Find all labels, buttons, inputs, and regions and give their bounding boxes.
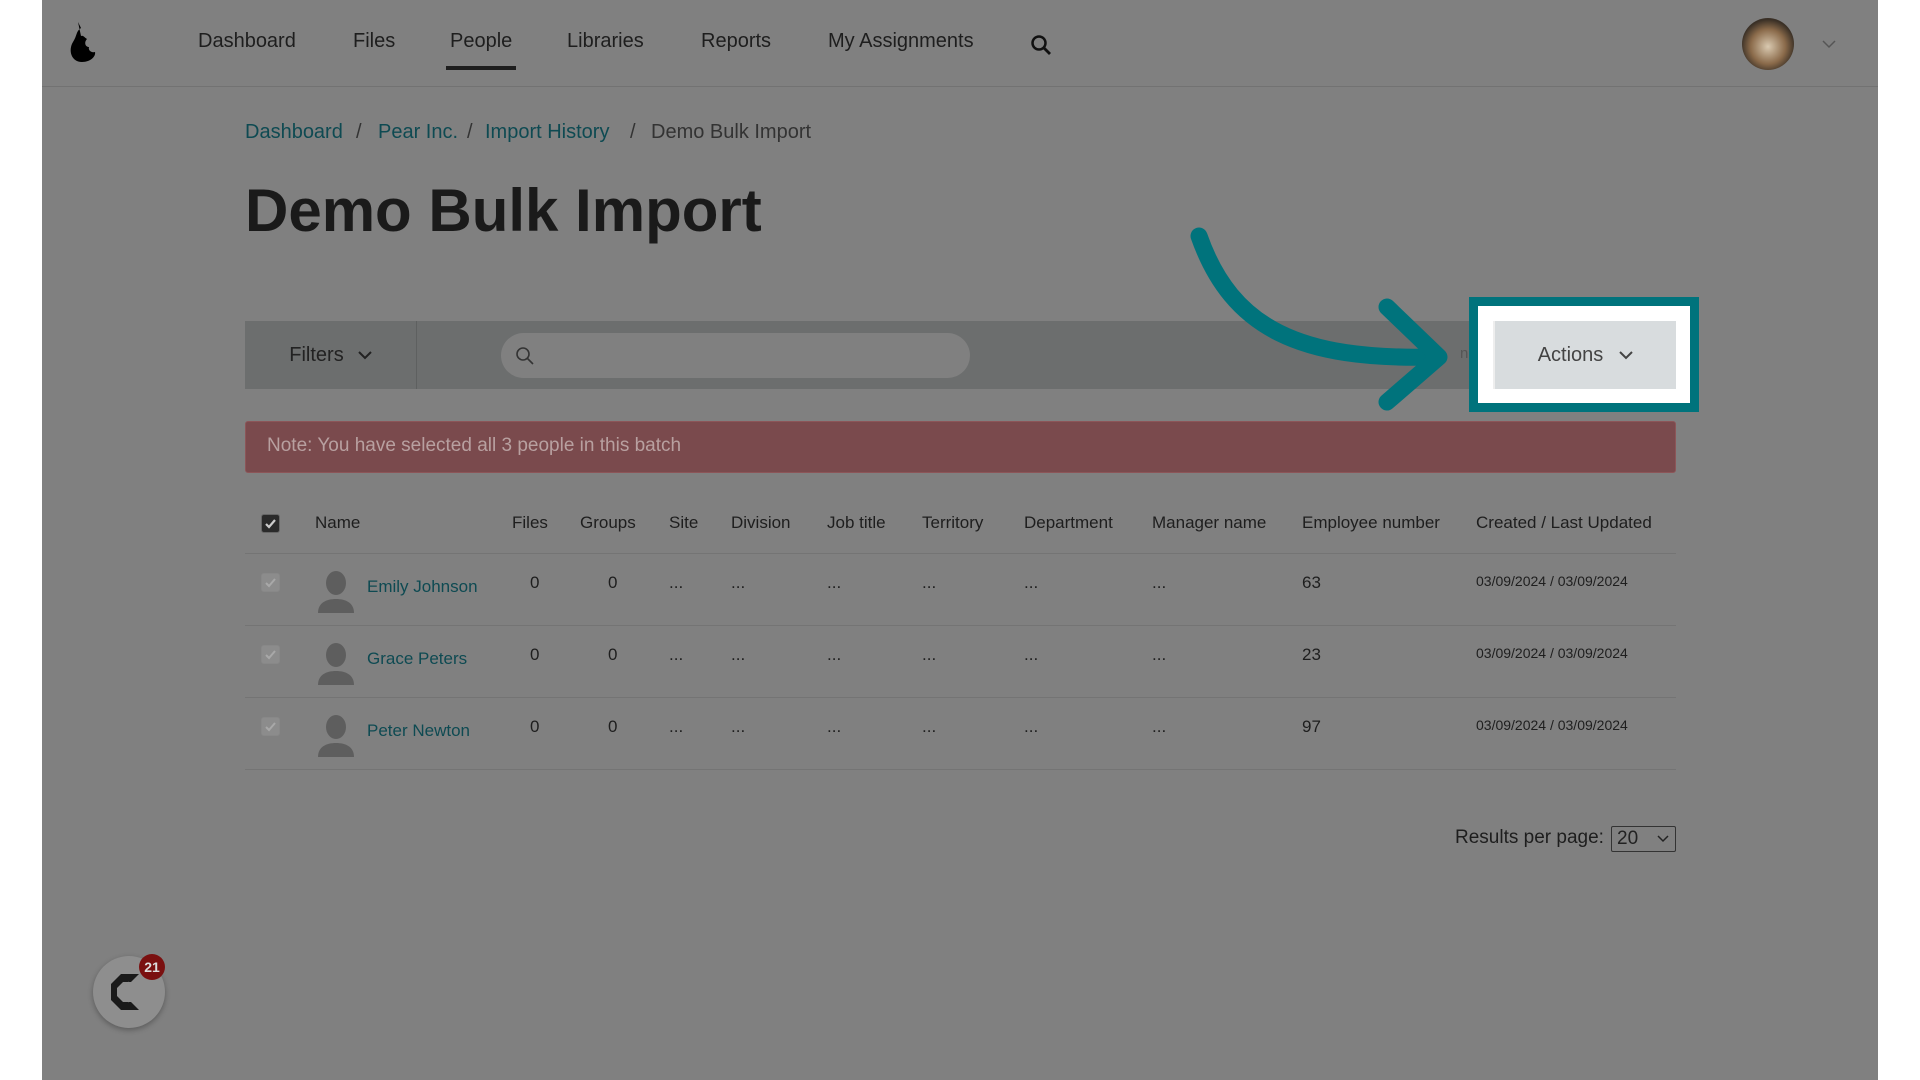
search-icon[interactable]: [1030, 34, 1052, 56]
results-per-page-select[interactable]: 20: [1611, 826, 1676, 852]
cell-job: ...: [827, 717, 842, 736]
user-avatar-icon: [318, 571, 354, 613]
cell-territory: ...: [922, 573, 937, 592]
breadcrumb-separator: /: [467, 121, 473, 143]
cell-division: ...: [731, 645, 746, 664]
pointer-arrow-icon: [1190, 227, 1448, 411]
column-header-employee-number[interactable]: Employee number: [1302, 513, 1440, 533]
chevron-down-icon: [358, 350, 372, 359]
cell-groups: 0: [608, 717, 618, 736]
cell-employee: 63: [1302, 573, 1321, 592]
breadcrumb-current: Demo Bulk Import: [651, 121, 812, 143]
breadcrumb-separator: /: [630, 121, 636, 143]
row-checkbox[interactable]: [261, 717, 280, 736]
column-header-name[interactable]: Name: [315, 513, 360, 533]
checkmark-icon: [265, 519, 276, 529]
person-name-link[interactable]: Emily Johnson: [367, 577, 478, 597]
pear-logo-icon[interactable]: [66, 20, 98, 66]
checkmark-icon: [265, 650, 276, 660]
cell-groups: 0: [608, 573, 618, 592]
notification-badge: 21: [139, 954, 165, 980]
selection-note: Note: You have selected all 3 people in …: [245, 421, 1676, 473]
column-header-manager-name[interactable]: Manager name: [1152, 513, 1266, 533]
column-header-territory[interactable]: Territory: [922, 513, 983, 533]
select-all-checkbox[interactable]: [261, 514, 280, 533]
cell-division: ...: [731, 717, 746, 736]
cell-department: ...: [1024, 645, 1039, 664]
column-header-created-updated[interactable]: Created / Last Updated: [1476, 513, 1652, 533]
nav-people[interactable]: People: [445, 30, 517, 70]
cell-dates: 03/09/2024 / 03/09/2024: [1476, 717, 1628, 733]
column-header-division[interactable]: Division: [731, 513, 791, 533]
cell-department: ...: [1024, 717, 1039, 736]
page-title: Demo Bulk Import: [245, 177, 762, 244]
divider: [245, 625, 1676, 626]
user-avatar-icon: [318, 643, 354, 685]
cell-manager: ...: [1152, 573, 1167, 592]
person-name-link[interactable]: Peter Newton: [367, 721, 470, 741]
cell-division: ...: [731, 573, 746, 592]
breadcrumb-import-history[interactable]: Import History: [485, 121, 609, 144]
breadcrumb-separator: /: [356, 121, 362, 143]
divider: [245, 553, 1676, 554]
cell-files: 0: [530, 645, 540, 664]
chevron-down-icon[interactable]: [1822, 40, 1836, 49]
cell-employee: 97: [1302, 717, 1321, 736]
cell-dates: 03/09/2024 / 03/09/2024: [1476, 573, 1628, 589]
actions-button[interactable]: Actions: [1493, 321, 1676, 389]
results-per-page-label: Results per page:: [1455, 827, 1604, 848]
column-header-job-title[interactable]: Job title: [827, 513, 886, 533]
checkmark-icon: [265, 578, 276, 588]
filters-label: Filters: [289, 343, 344, 366]
actions-label: Actions: [1537, 343, 1604, 366]
cell-job: ...: [827, 645, 842, 664]
column-header-groups[interactable]: Groups: [580, 513, 636, 533]
breadcrumb-dashboard[interactable]: Dashboard: [245, 121, 343, 144]
top-nav: Dashboard Files People Libraries Reports…: [42, 0, 1878, 87]
chevron-down-icon: [1619, 350, 1634, 359]
nav-reports[interactable]: Reports: [701, 30, 771, 53]
filters-button[interactable]: Filters: [245, 321, 417, 389]
chat-launcher-button[interactable]: 21: [93, 954, 165, 1028]
divider: [245, 769, 1676, 770]
nav-dashboard[interactable]: Dashboard: [198, 30, 296, 53]
chevron-down-icon: [1657, 835, 1669, 843]
results-per-page-value: 20: [1617, 828, 1639, 849]
cell-manager: ...: [1152, 645, 1167, 664]
column-header-department[interactable]: Department: [1024, 513, 1113, 533]
row-checkbox[interactable]: [261, 645, 280, 664]
cell-job: ...: [827, 573, 842, 592]
nav-libraries[interactable]: Libraries: [567, 30, 644, 53]
row-checkbox[interactable]: [261, 573, 280, 592]
person-name-link[interactable]: Grace Peters: [367, 649, 467, 669]
cell-territory: ...: [922, 717, 937, 736]
user-avatar-icon: [318, 715, 354, 757]
cell-files: 0: [530, 573, 540, 592]
cell-groups: 0: [608, 645, 618, 664]
cell-territory: ...: [922, 645, 937, 664]
cell-dates: 03/09/2024 / 03/09/2024: [1476, 645, 1628, 661]
cell-manager: ...: [1152, 717, 1167, 736]
cell-site: ...: [669, 573, 684, 592]
nav-files[interactable]: Files: [353, 30, 395, 53]
cell-employee: 23: [1302, 645, 1321, 664]
cell-site: ...: [669, 717, 684, 736]
nav-my-assignments[interactable]: My Assignments: [828, 30, 974, 53]
cell-files: 0: [530, 717, 540, 736]
cell-site: ...: [669, 645, 684, 664]
breadcrumb-pear-inc[interactable]: Pear Inc.: [378, 121, 458, 144]
search-icon: [516, 347, 534, 365]
column-header-site[interactable]: Site: [669, 513, 698, 533]
page: Dashboard Files People Libraries Reports…: [42, 0, 1878, 1080]
toolbar: Filters nd: [245, 321, 1676, 389]
avatar[interactable]: [1742, 18, 1794, 70]
column-header-files[interactable]: Files: [512, 513, 548, 533]
search-input[interactable]: [501, 333, 970, 378]
checkmark-icon: [265, 722, 276, 732]
cell-department: ...: [1024, 573, 1039, 592]
divider: [245, 697, 1676, 698]
